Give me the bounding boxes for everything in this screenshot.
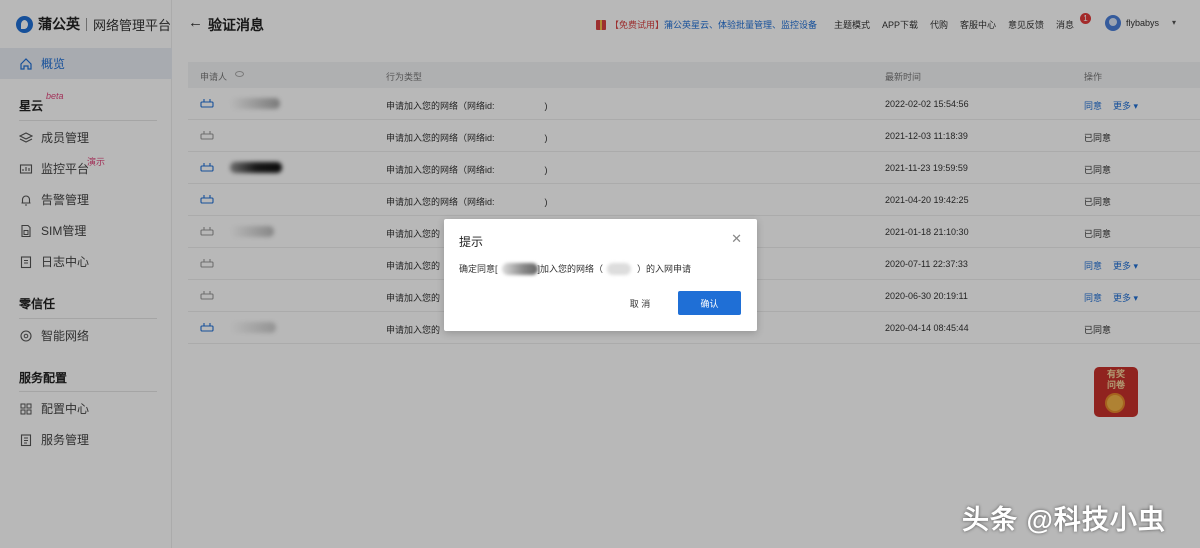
confirm-dialog: 提示 ✕ 确定同意[ ]加入您的网络（ ）的入网申请 取 消 确认 [444, 219, 757, 331]
dialog-title: 提示 [459, 235, 484, 249]
redacted-applicant [501, 262, 538, 275]
message-suffix: ）的入网申请 [637, 264, 692, 274]
dialog-message: 确定同意[ ]加入您的网络（ ）的入网申请 [459, 262, 691, 275]
message-prefix: 确定同意[ [459, 264, 498, 274]
message-middle: ]加入您的网络（ [537, 264, 604, 274]
redacted-network [607, 262, 632, 275]
confirm-button[interactable]: 确认 [678, 291, 741, 315]
watermark: 头条 @科技小虫 [962, 505, 1166, 535]
close-icon[interactable]: ✕ [731, 232, 742, 245]
cancel-button[interactable]: 取 消 [618, 291, 662, 315]
